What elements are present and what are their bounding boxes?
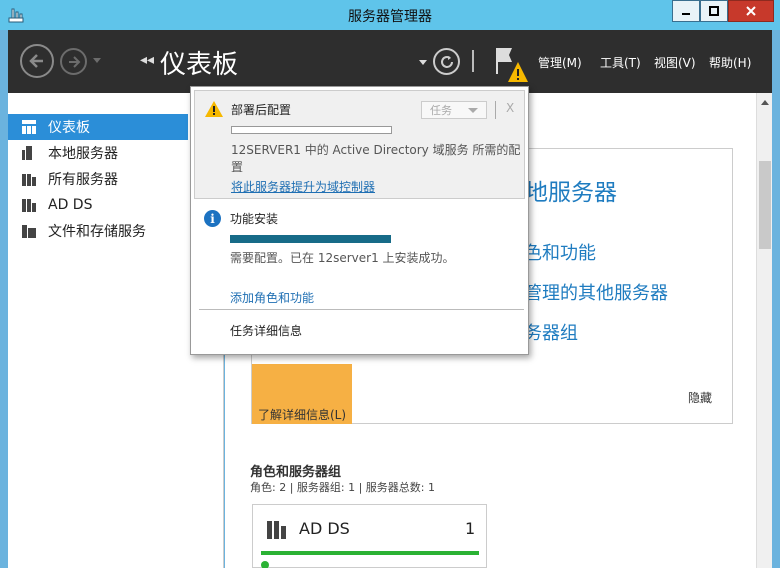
add-roles-link[interactable]: 色和功能 bbox=[524, 239, 596, 265]
refresh-icon bbox=[440, 55, 453, 68]
title-bar: 服务器管理器 bbox=[0, 0, 780, 30]
task-dropdown-label: 任务 bbox=[430, 104, 452, 117]
manage-menu[interactable]: 管理(M) bbox=[538, 54, 582, 71]
quick-start-panel: 了解详细信息(L) bbox=[252, 364, 352, 424]
task-details-link[interactable]: 任务详细信息 bbox=[230, 322, 302, 339]
maximize-icon bbox=[709, 6, 719, 16]
post-deploy-progress bbox=[231, 126, 392, 134]
learn-more-link[interactable]: 了解详细信息(L) bbox=[258, 406, 346, 423]
dismiss-button[interactable]: X bbox=[506, 101, 514, 115]
back-button[interactable] bbox=[20, 44, 54, 78]
sidebar-item-label: 仪表板 bbox=[48, 120, 90, 136]
roles-section-title: 角色和服务器组 bbox=[250, 465, 342, 480]
scroll-up-button[interactable] bbox=[757, 93, 773, 110]
minimize-button[interactable] bbox=[672, 0, 700, 22]
popup-divider bbox=[199, 309, 524, 310]
chevron-down-icon bbox=[468, 108, 478, 113]
roles-summary: 角色: 2 | 服务器组: 1 | 服务器总数: 1 bbox=[250, 481, 436, 494]
forward-button[interactable] bbox=[60, 48, 87, 75]
feature-install-progress bbox=[230, 235, 391, 243]
add-other-servers-link[interactable]: 管理的其他服务器 bbox=[524, 279, 668, 305]
feature-install-description: 需要配置。已在 12server1 上安装成功。 bbox=[230, 251, 455, 265]
server-icon bbox=[20, 144, 38, 162]
warning-icon bbox=[205, 101, 223, 117]
sidebar-item-file-storage[interactable]: 文件和存储服务 bbox=[8, 218, 188, 244]
dashboard-icon bbox=[20, 118, 38, 136]
servers-icon bbox=[20, 170, 38, 188]
view-menu[interactable]: 视图(V) bbox=[654, 54, 696, 71]
role-status-bar bbox=[261, 551, 479, 555]
header-dropdown-icon[interactable] bbox=[418, 59, 428, 67]
info-icon: i bbox=[204, 210, 221, 227]
role-card-ad-ds[interactable]: AD DS 1 bbox=[252, 504, 487, 568]
arrow-right-icon bbox=[68, 55, 80, 68]
role-status-dot bbox=[261, 561, 269, 568]
task-dropdown[interactable]: 任务 bbox=[421, 101, 487, 119]
post-deploy-title: 部署后配置 bbox=[231, 103, 292, 117]
create-server-group-link[interactable]: 务器组 bbox=[524, 319, 578, 345]
post-deploy-notification: 部署后配置 任务 X 12SERVER1 中的 Active Directory… bbox=[194, 90, 525, 199]
sidebar-item-local-server[interactable]: 本地服务器 bbox=[8, 140, 188, 166]
header-separator bbox=[472, 50, 474, 72]
maximize-button[interactable] bbox=[700, 0, 728, 22]
post-deploy-description: 12SERVER1 中的 Active Directory 域服务 所需的配置 bbox=[231, 143, 521, 174]
help-menu[interactable]: 帮助(H) bbox=[709, 54, 751, 71]
history-dropdown-icon[interactable] bbox=[92, 57, 102, 65]
add-roles-features-link[interactable]: 添加角色和功能 bbox=[230, 289, 314, 306]
arrow-left-icon bbox=[29, 54, 43, 68]
breadcrumb-arrows: ◂◂ bbox=[140, 52, 155, 68]
notification-flag-icon[interactable] bbox=[492, 44, 528, 84]
header-bar: ◂◂ 仪表板 管理(M) 工具(T) 视图(V) 帮助(H) bbox=[8, 30, 772, 93]
role-name: AD DS bbox=[299, 519, 350, 538]
role-count: 1 bbox=[465, 519, 476, 538]
close-button[interactable] bbox=[728, 0, 774, 22]
vertical-scrollbar[interactable] bbox=[756, 93, 772, 568]
notifications-popup: 部署后配置 任务 X 12SERVER1 中的 Active Directory… bbox=[190, 86, 529, 355]
sidebar-item-dashboard[interactable]: 仪表板 bbox=[8, 114, 188, 140]
refresh-button[interactable] bbox=[433, 48, 460, 75]
sidebar-item-all-servers[interactable]: 所有服务器 bbox=[8, 166, 188, 192]
ad-ds-icon bbox=[267, 521, 286, 539]
ad-ds-icon bbox=[20, 196, 38, 214]
page-title: 仪表板 bbox=[160, 50, 239, 80]
sidebar-item-label: 所有服务器 bbox=[48, 172, 118, 188]
popup-separator bbox=[495, 101, 496, 119]
promote-dc-link[interactable]: 将此服务器提升为域控制器 bbox=[231, 178, 375, 195]
sidebar-item-ad-ds[interactable]: AD DS bbox=[8, 192, 188, 218]
minimize-icon bbox=[682, 13, 690, 15]
sidebar-item-label: AD DS bbox=[48, 197, 93, 213]
scroll-thumb[interactable] bbox=[759, 161, 771, 249]
sidebar-item-label: 文件和存储服务 bbox=[48, 224, 146, 240]
chevron-up-icon bbox=[761, 99, 769, 105]
close-icon bbox=[746, 6, 756, 16]
sidebar-item-label: 本地服务器 bbox=[48, 146, 118, 162]
feature-install-title: 功能安装 bbox=[230, 212, 279, 226]
window-title: 服务器管理器 bbox=[348, 9, 432, 25]
tools-menu[interactable]: 工具(T) bbox=[600, 54, 641, 71]
file-storage-icon bbox=[20, 222, 38, 240]
hide-link[interactable]: 隐藏 bbox=[688, 389, 712, 406]
